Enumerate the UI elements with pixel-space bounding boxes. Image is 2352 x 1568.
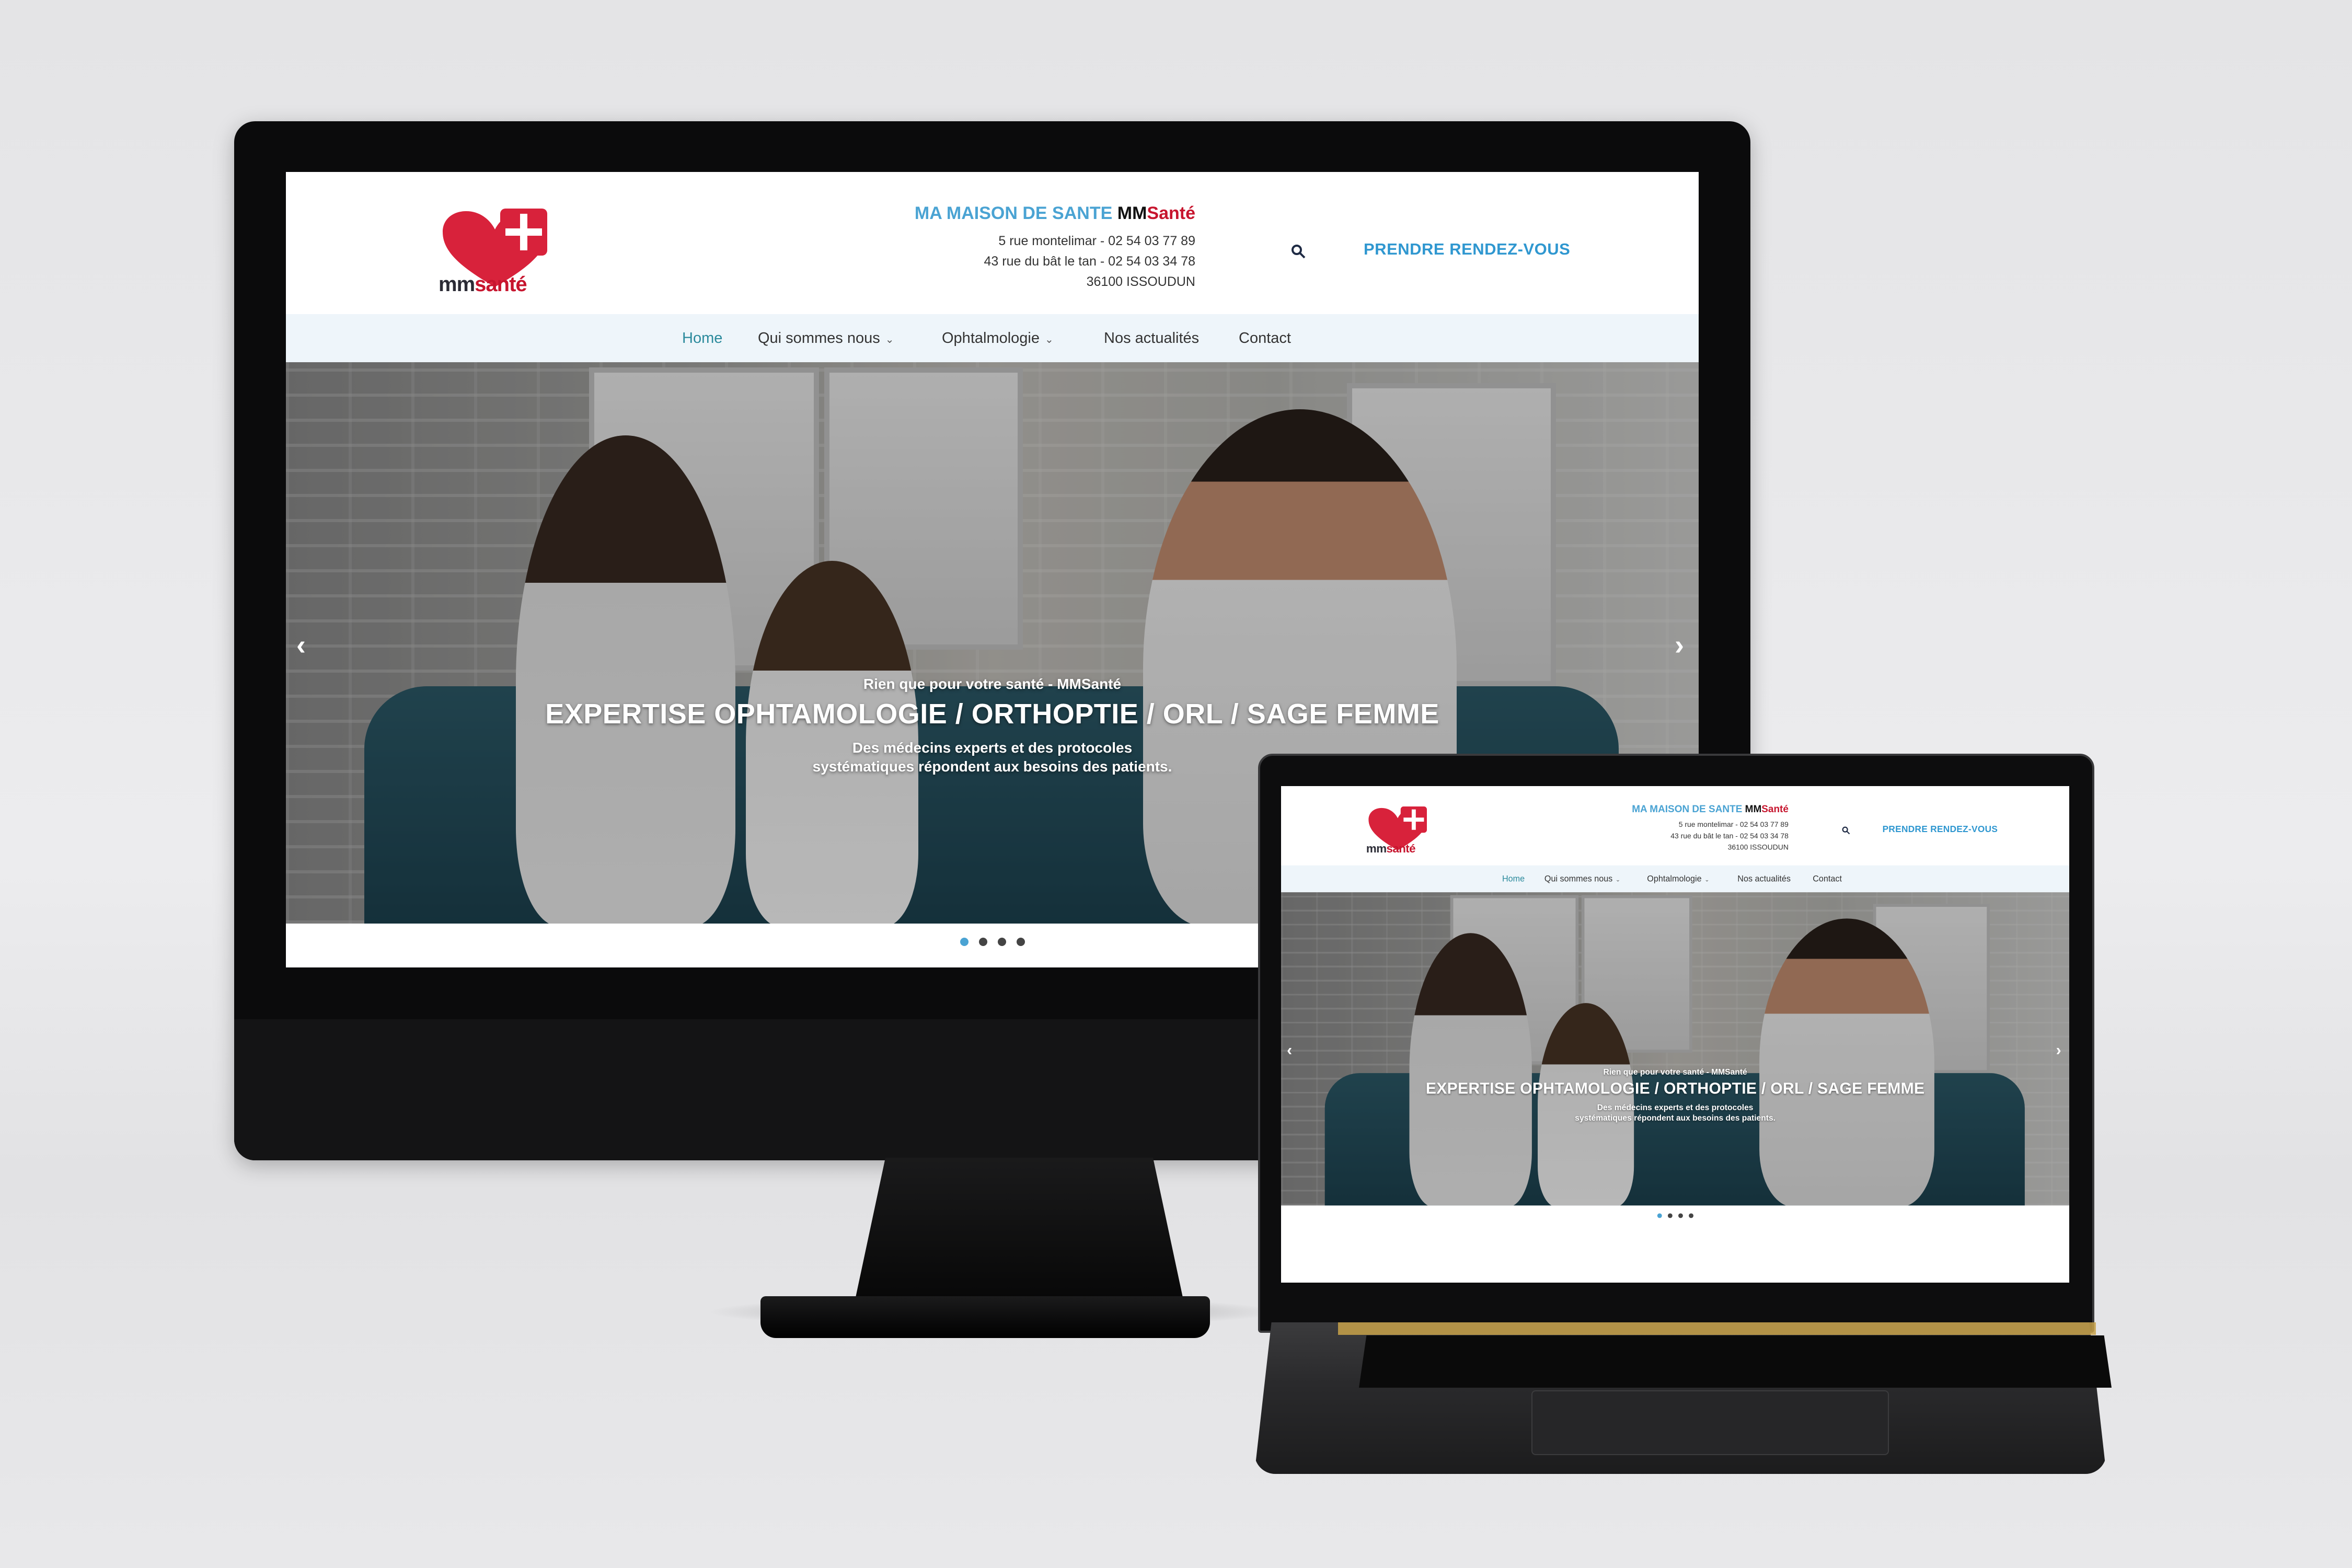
main-nav: Home Qui sommes nous ⌄ Ophtalmologie ⌄ Nos… [286, 314, 1699, 362]
chevron-down-icon: ⌄ [885, 334, 894, 345]
laptop-keyboard [1359, 1335, 2112, 1388]
nav-contact[interactable]: Contact [1239, 330, 1291, 347]
address-line-2: 43 rue du bât le tan - 02 54 03 34 78 [1670, 832, 1789, 840]
hero-description: Des médecins experts et des protocoles s… [812, 740, 1172, 775]
laptop-trackpad [1531, 1390, 1889, 1455]
address-line-3: 36100 ISSOUDUN [1727, 843, 1789, 851]
slider-dot[interactable] [1016, 938, 1025, 946]
hero-subtitle: Rien que pour votre santé - MMSanté [1603, 1067, 1747, 1077]
nav-about-label: Qui sommes nous [758, 330, 880, 347]
slider-prev-icon[interactable]: ‹ [296, 629, 306, 661]
slider-prev-icon[interactable]: ‹ [1287, 1041, 1292, 1059]
nav-news[interactable]: Nos actualités [1104, 330, 1199, 347]
slider-dots [1281, 1213, 2069, 1219]
slider-next-icon[interactable]: › [1675, 629, 1684, 661]
hero-subtitle: Rien que pour votre santé - MMSanté [863, 676, 1122, 692]
logo-accent: santé [475, 273, 527, 296]
brand-sante: Santé [1761, 803, 1789, 815]
nav-about-label: Qui sommes nous [1544, 874, 1613, 884]
address-line-1: 5 rue montelimar - 02 54 03 77 89 [998, 234, 1195, 248]
chevron-down-icon: ⌄ [1615, 876, 1621, 883]
slider-dot[interactable] [978, 938, 987, 946]
nav-about[interactable]: Qui sommes nous ⌄ [758, 330, 894, 347]
address-line-3: 36100 ISSOUDUN [1086, 274, 1195, 289]
slider-dot[interactable] [960, 938, 969, 946]
hero-description: Des médecins experts et des protocoles s… [1575, 1102, 1776, 1123]
logo-accent: santé [1386, 842, 1416, 856]
laptop-screen: mmsanté MA MAISON DE SANTE MMSanté 5 rue… [1281, 786, 2069, 1283]
main-nav: Home Qui sommes nous ⌄ Ophtalmologie ⌄ Nos… [1281, 865, 2069, 893]
slider-next-icon[interactable]: › [2056, 1041, 2061, 1059]
book-appointment-button[interactable]: PRENDRE RENDEZ-VOUS [1883, 824, 1998, 835]
brand-mm: MM [1745, 803, 1762, 815]
site-header: mmsanté MA MAISON DE SANTE MMSanté 5 rue… [286, 172, 1699, 314]
nav-ophtalmologie[interactable]: Ophtalmologie ⌄ [942, 330, 1054, 347]
slider-dot[interactable] [1657, 1213, 1662, 1218]
hero-overlay [1281, 892, 2069, 1206]
site-brand: MA MAISON DE SANTE MMSanté [803, 203, 1195, 224]
hero-caption: Rien que pour votre santé - MMSanté EXPE… [1281, 1067, 2069, 1123]
site-title-block: MA MAISON DE SANTE MMSanté 5 rue monteli… [803, 203, 1195, 292]
nav-home[interactable]: Home [1502, 874, 1525, 884]
monitor-stand-base [760, 1296, 1210, 1338]
search-icon[interactable] [1291, 244, 1306, 259]
nav-ophtalmologie-label: Ophtalmologie [1647, 874, 1702, 884]
slider-dot[interactable] [1688, 1213, 1693, 1218]
logo-wordmark: mmsanté [439, 273, 527, 296]
site-header: mmsanté MA MAISON DE SANTE MMSanté 5 rue… [1281, 786, 2069, 866]
nav-home[interactable]: Home [682, 330, 722, 347]
nav-ophtalmologie[interactable]: Ophtalmologie ⌄ [1647, 874, 1709, 884]
chevron-down-icon: ⌄ [1704, 876, 1710, 883]
brand-title: MA MAISON DE SANTE [914, 203, 1113, 223]
site-title-block: MA MAISON DE SANTE MMSanté 5 rue monteli… [1570, 803, 1789, 853]
laptop-lid: mmsanté MA MAISON DE SANTE MMSanté 5 rue… [1258, 754, 2094, 1333]
nav-about[interactable]: Qui sommes nous ⌄ [1544, 874, 1620, 884]
address-line-2: 43 rue du bât le tan - 02 54 03 34 78 [984, 254, 1195, 269]
logo-prefix: mm [1366, 842, 1387, 856]
brand-sante: Santé [1147, 203, 1195, 223]
website-laptop: mmsanté MA MAISON DE SANTE MMSanté 5 rue… [1281, 786, 2069, 1230]
hero-title: EXPERTISE OPHTAMOLOGIE / ORTHOPTIE / ORL… [1425, 1079, 1925, 1098]
logo-wordmark: mmsanté [1366, 842, 1416, 856]
logo-prefix: mm [439, 273, 475, 296]
monitor-stand [852, 1158, 1186, 1315]
brand-mm: MM [1117, 203, 1147, 223]
slider-dot[interactable] [1667, 1213, 1673, 1218]
nav-ophtalmologie-label: Ophtalmologie [942, 330, 1040, 347]
search-icon[interactable] [1842, 826, 1850, 835]
site-brand: MA MAISON DE SANTE MMSanté [1570, 803, 1789, 815]
chevron-down-icon: ⌄ [1045, 334, 1054, 345]
slider-dot[interactable] [997, 938, 1006, 946]
laptop-hinge [1338, 1322, 2096, 1335]
book-appointment-button[interactable]: PRENDRE RENDEZ-VOUS [1364, 240, 1570, 259]
slider-dot[interactable] [1678, 1213, 1683, 1218]
nav-contact[interactable]: Contact [1813, 874, 1842, 884]
brand-title: MA MAISON DE SANTE [1632, 803, 1743, 815]
hero-slider: ‹ › Rien que pour votre santé - MMSanté … [1281, 892, 2069, 1206]
hero-title: EXPERTISE OPHTAMOLOGIE / ORTHOPTIE / ORL… [545, 698, 1439, 730]
nav-news[interactable]: Nos actualités [1737, 874, 1791, 884]
address-line-1: 5 rue montelimar - 02 54 03 77 89 [1678, 820, 1789, 829]
